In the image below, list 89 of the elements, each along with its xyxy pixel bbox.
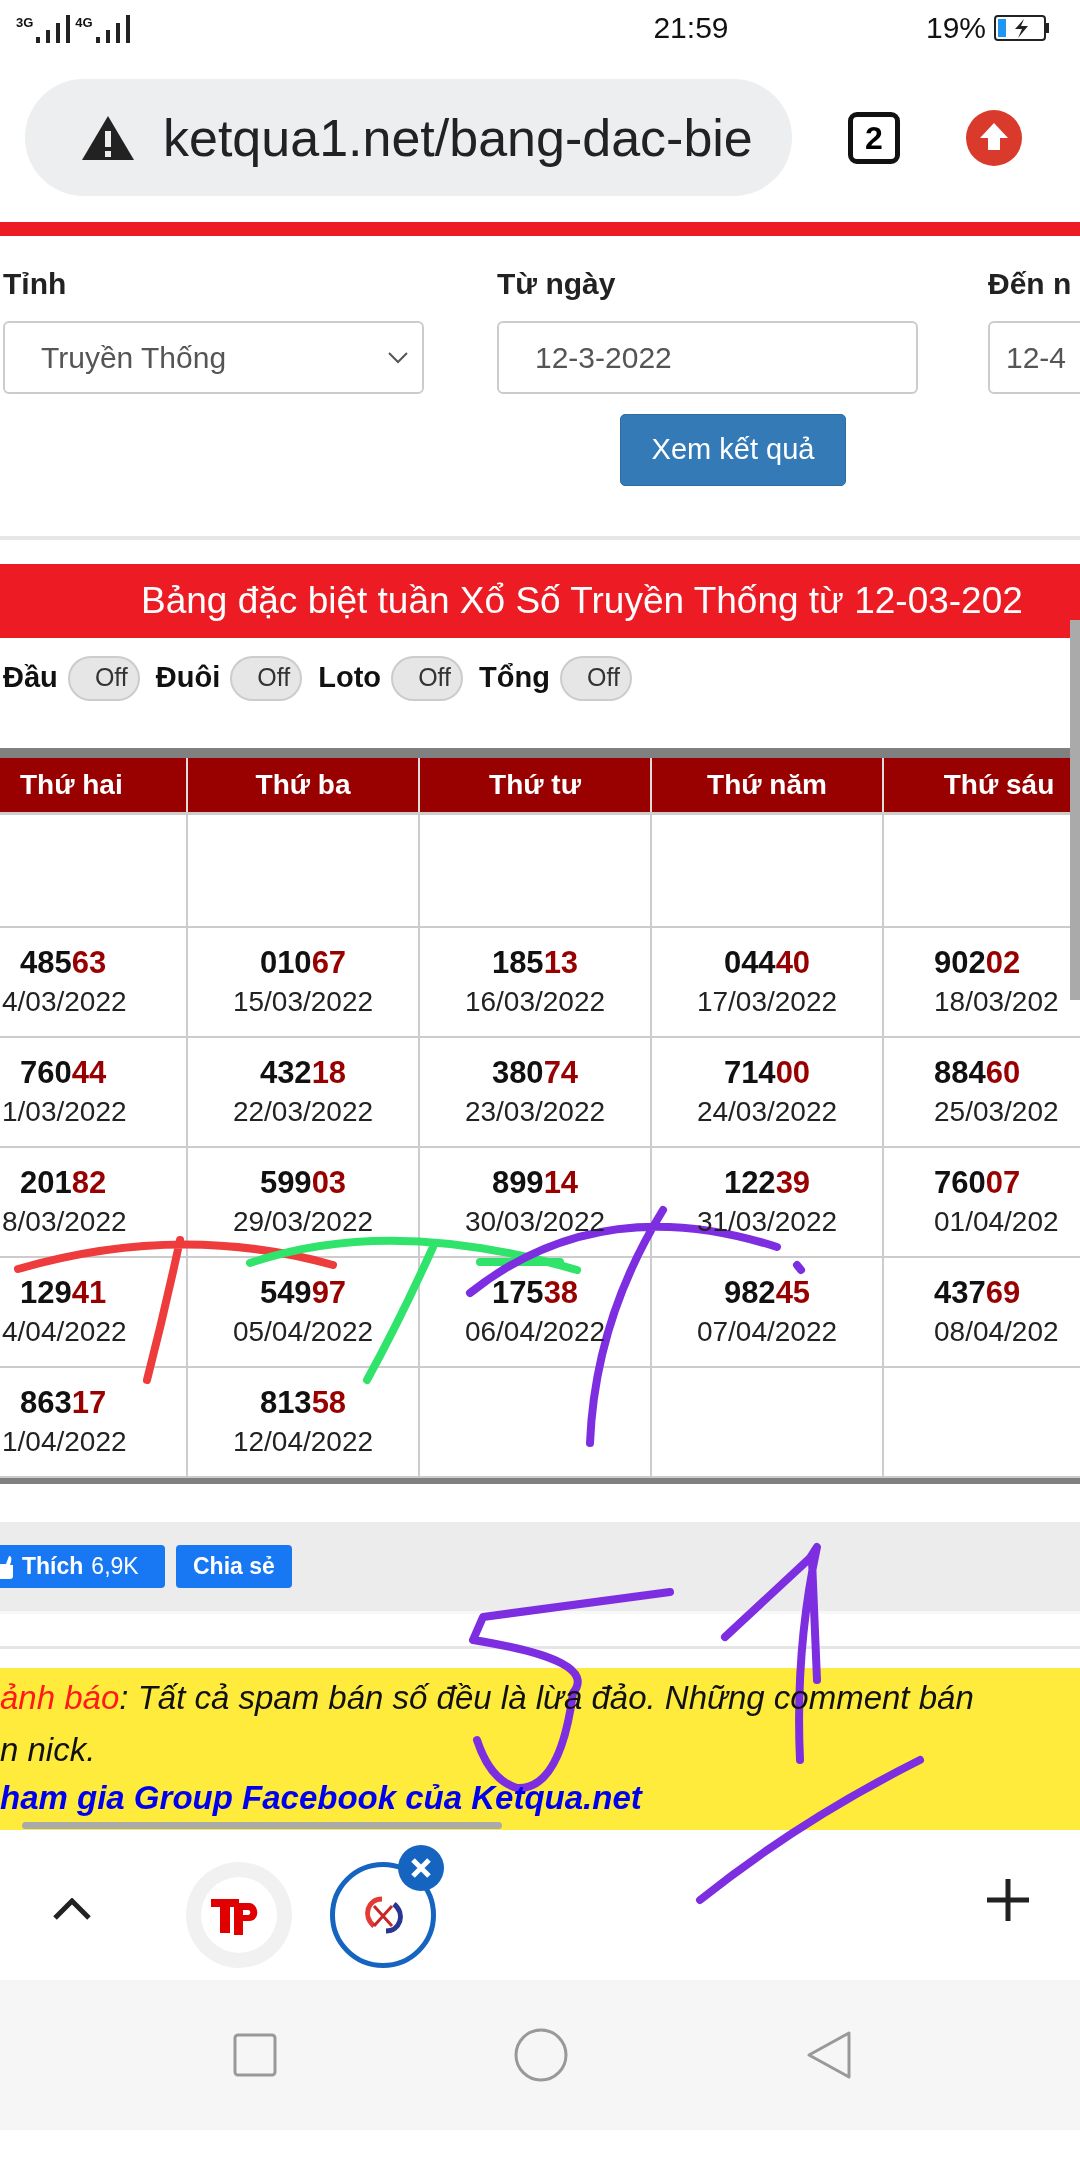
- result-number: 71400: [723, 1054, 811, 1092]
- result-number: 43218: [259, 1054, 347, 1092]
- vertical-scrollbar[interactable]: [1070, 620, 1080, 1000]
- draw-date: 18/03/202: [934, 985, 1059, 1019]
- result-number: 20182: [20, 1164, 107, 1202]
- draw-date: 08/04/202: [934, 1315, 1059, 1349]
- facebook-group-link[interactable]: ham gia Group Facebook của Ketqua.net: [0, 1776, 642, 1820]
- url-text: ketqua1.net/bang-dac-bie: [163, 107, 753, 169]
- toggle-switch[interactable]: Off: [559, 655, 632, 701]
- new-tab-button[interactable]: [987, 1879, 1029, 1921]
- province-dropdown[interactable]: Truyền Thống: [3, 321, 424, 394]
- result-number: 86317: [20, 1384, 107, 1422]
- toggle-switch[interactable]: Off: [391, 655, 464, 701]
- result-number: 90202: [934, 944, 1021, 982]
- field-label: Tỉnh: [3, 266, 68, 302]
- draw-date: 1/04/2022: [2, 1425, 127, 1459]
- toggle-label: Tổng: [479, 660, 550, 696]
- column-header: Thứ năm: [652, 758, 884, 812]
- draw-date: 01/04/202: [934, 1205, 1059, 1239]
- date-field[interactable]: 12-4: [988, 321, 1080, 394]
- draw-date: 05/04/2022: [232, 1315, 374, 1349]
- date-field[interactable]: 12-3-2022: [497, 321, 918, 394]
- draw-date: 15/03/2022: [232, 985, 374, 1019]
- draw-date: 06/04/2022: [464, 1315, 606, 1349]
- draw-date: 22/03/2022: [232, 1095, 374, 1129]
- field-label: Đến n: [988, 266, 1073, 302]
- column-header: Thứ hai: [0, 758, 188, 812]
- network-label: 4G: [75, 13, 93, 32]
- result-number: 12239: [723, 1164, 811, 1202]
- thumbs-up-icon: [0, 1553, 14, 1580]
- draw-date: 4/03/2022: [2, 985, 127, 1019]
- clock-text: 21:59: [652, 10, 730, 46]
- draw-date: 24/03/2022: [696, 1095, 838, 1129]
- upload-button[interactable]: [966, 109, 1022, 166]
- tab-count-button[interactable]: 2: [848, 111, 900, 164]
- battery-icon: [994, 13, 1050, 42]
- result-number: 88460: [934, 1054, 1021, 1092]
- recent-apps-button[interactable]: [233, 2033, 277, 2077]
- result-number: 81358: [259, 1384, 347, 1422]
- draw-date: 23/03/2022: [464, 1095, 606, 1129]
- home-button[interactable]: [514, 2028, 568, 2082]
- chevron-up-icon: [53, 1898, 91, 1920]
- result-number: 48563: [20, 944, 107, 982]
- toggle-label: Đuôi: [155, 660, 221, 696]
- table-title-banner: Bảng đặc biệt tuần Xổ Số Truyền Thống từ 12-03-202: [0, 564, 1080, 638]
- toggle-label: Đầu: [3, 660, 58, 696]
- result-number: 01067: [259, 944, 347, 982]
- draw-date: 8/03/2022: [2, 1205, 127, 1239]
- close-tab-button[interactable]: [398, 1845, 444, 1891]
- result-number: 89914: [491, 1164, 579, 1202]
- address-bar[interactable]: ketqua1.net/bang-dac-bie: [25, 79, 792, 196]
- horizontal-scrollbar[interactable]: [22, 1822, 502, 1829]
- toggle-switch[interactable]: Off: [230, 655, 303, 701]
- column-header: Thứ ba: [188, 758, 420, 812]
- draw-date: 16/03/2022: [464, 985, 606, 1019]
- draw-date: 12/04/2022: [232, 1425, 374, 1459]
- draw-date: 17/03/2022: [696, 985, 838, 1019]
- column-header: Thứ tư: [420, 758, 652, 812]
- draw-date: 4/04/2022: [2, 1315, 127, 1349]
- back-button[interactable]: [806, 2030, 852, 2080]
- site-logo-icon: [201, 1877, 277, 1953]
- result-number: 54997: [259, 1274, 347, 1312]
- warning-icon: [81, 114, 135, 161]
- like-button[interactable]: Thích 6,9K: [0, 1545, 165, 1588]
- network-label: 3G: [16, 13, 34, 32]
- toggle-switch[interactable]: Off: [67, 655, 140, 701]
- result-number: 04440: [723, 944, 811, 982]
- share-button[interactable]: Chia sẻ: [176, 1545, 292, 1588]
- draw-date: 25/03/202: [934, 1095, 1059, 1129]
- battery-percent: 19%: [925, 10, 986, 46]
- signal-icon: [94, 12, 133, 43]
- draw-date: 07/04/2022: [696, 1315, 838, 1349]
- result-number: 43769: [934, 1274, 1021, 1312]
- result-number: 59903: [259, 1164, 347, 1202]
- result-number: 18513: [491, 944, 579, 982]
- chevron-down-icon: [388, 351, 408, 364]
- toggle-label: Loto: [318, 660, 382, 696]
- result-number: 98245: [723, 1274, 811, 1312]
- result-number: 17538: [491, 1274, 579, 1312]
- field-label: Từ ngày: [497, 266, 617, 302]
- result-number: 76007: [934, 1164, 1021, 1202]
- result-number: 76044: [20, 1054, 107, 1092]
- result-number: 12941: [20, 1274, 107, 1312]
- result-number: 38074: [491, 1054, 579, 1092]
- draw-date: 31/03/2022: [696, 1205, 838, 1239]
- draw-date: 30/03/2022: [464, 1205, 606, 1239]
- view-results-button[interactable]: Xem kết quả: [620, 414, 846, 486]
- draw-date: 29/03/2022: [232, 1205, 374, 1239]
- draw-date: 1/03/2022: [2, 1095, 127, 1129]
